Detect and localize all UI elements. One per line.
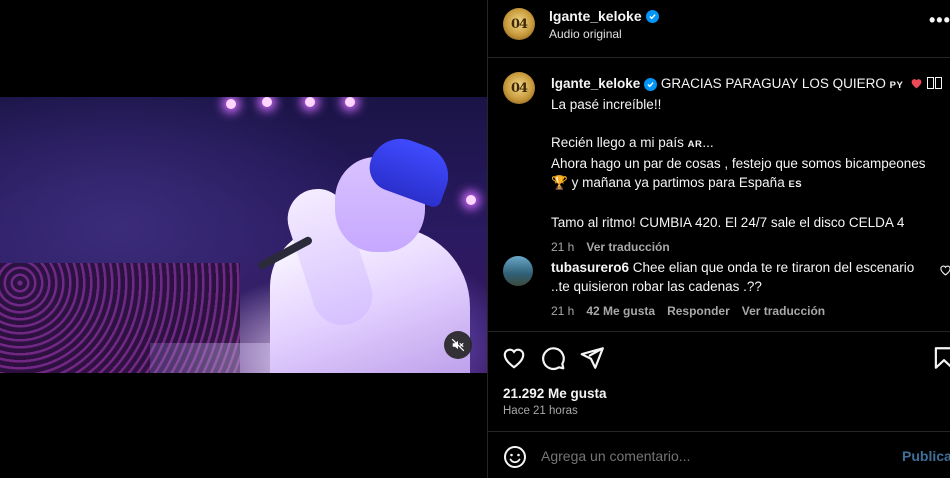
- media-column: [0, 0, 487, 478]
- caption-line-3: Recién llego a mi país AR...: [551, 133, 943, 154]
- avatar-logo-text: 04: [510, 80, 528, 96]
- post-video[interactable]: [0, 97, 487, 373]
- caption-username[interactable]: lgante_keloke: [551, 76, 640, 91]
- post-details-panel: 04 lgante_keloke Audio original ••• 04 l…: [487, 0, 950, 478]
- flag-placeholder-icon: [926, 77, 942, 89]
- comment-translate-link[interactable]: Ver traducción: [742, 302, 825, 321]
- comment-like-heart-icon[interactable]: [939, 264, 950, 276]
- audio-label[interactable]: Audio original: [549, 27, 622, 41]
- caption-line-2: La pasé increíble!!: [551, 97, 662, 112]
- stage-light: [305, 97, 315, 107]
- stage-light: [262, 97, 272, 107]
- verified-badge-icon: [645, 9, 659, 23]
- caption-line-1: lgante_keloke GRACIAS PARAGUAY LOS QUIER…: [551, 74, 943, 95]
- post-header: 04 lgante_keloke Audio original •••: [488, 0, 950, 58]
- author-avatar[interactable]: 04: [503, 8, 535, 40]
- save-bookmark-icon[interactable]: [931, 345, 950, 371]
- share-send-icon[interactable]: [579, 345, 605, 371]
- flag-argentina: AR: [687, 139, 703, 150]
- like-count[interactable]: 21.292 Me gusta: [503, 386, 607, 401]
- post-timestamp[interactable]: Hace 21 horas: [503, 405, 578, 417]
- stage-light: [345, 97, 355, 107]
- stage-light: [466, 195, 476, 205]
- mute-toggle-button[interactable]: [444, 331, 472, 359]
- caption-line-4: Ahora hago un par de cosas , festejo que…: [551, 156, 926, 171]
- caption-body: lgante_keloke GRACIAS PARAGUAY LOS QUIER…: [551, 74, 943, 257]
- red-heart-icon: [911, 79, 922, 89]
- emoji-picker-icon[interactable]: [503, 445, 527, 469]
- caption-text-3: Recién llego a mi país: [551, 135, 684, 150]
- comment-body: tubasurero6 Chee elian que onda te re ti…: [551, 258, 921, 321]
- post-actions: 21.292 Me gusta Hace 21 horas: [488, 331, 950, 431]
- comment-meta: 21 h 42 Me gusta Responder Ver traducció…: [551, 302, 921, 321]
- caption-line-5: 🏆 y mañana ya partimos para España ES: [551, 173, 943, 194]
- author-username[interactable]: lgante_keloke: [549, 8, 642, 24]
- comment-text-block: tubasurero6 Chee elian que onda te re ti…: [551, 258, 921, 296]
- caption-ellipsis: ...: [702, 135, 714, 150]
- comment-input[interactable]: [541, 446, 901, 466]
- flag-spain: ES: [788, 179, 803, 190]
- verified-badge-icon: [644, 78, 658, 91]
- like-heart-icon[interactable]: [501, 345, 527, 371]
- speaker-muted-icon: [451, 338, 465, 352]
- caption-time[interactable]: 21 h: [551, 238, 574, 257]
- caption-line-6: Tamo al ritmo! CUMBIA 420. El 24/7 sale …: [551, 215, 905, 230]
- caption-meta: 21 h Ver traducción: [551, 238, 943, 257]
- more-options-icon[interactable]: •••: [929, 10, 950, 31]
- avatar-logo-text: 04: [510, 16, 528, 32]
- stage-light: [226, 99, 236, 109]
- commenter-avatar[interactable]: [503, 256, 533, 286]
- trophy-icon: 🏆: [551, 175, 568, 191]
- flag-paraguay: PY: [889, 80, 904, 91]
- author-username-row[interactable]: lgante_keloke: [549, 8, 659, 24]
- comment-time[interactable]: 21 h: [551, 302, 574, 321]
- comment-reply-button[interactable]: Responder: [667, 302, 730, 321]
- comment-likes[interactable]: 42 Me gusta: [586, 302, 655, 321]
- caption-avatar[interactable]: 04: [503, 72, 535, 104]
- commenter-username[interactable]: tubasurero6: [551, 260, 629, 275]
- caption-translate-link[interactable]: Ver traducción: [586, 238, 669, 257]
- comment-bubble-icon[interactable]: [540, 345, 566, 371]
- add-comment-bar: Publicar: [488, 431, 950, 478]
- caption-text-5: y mañana ya partimos para España: [571, 175, 785, 190]
- publish-button[interactable]: Publicar: [902, 448, 950, 464]
- caption-text-1: GRACIAS PARAGUAY LOS QUIERO: [660, 76, 886, 91]
